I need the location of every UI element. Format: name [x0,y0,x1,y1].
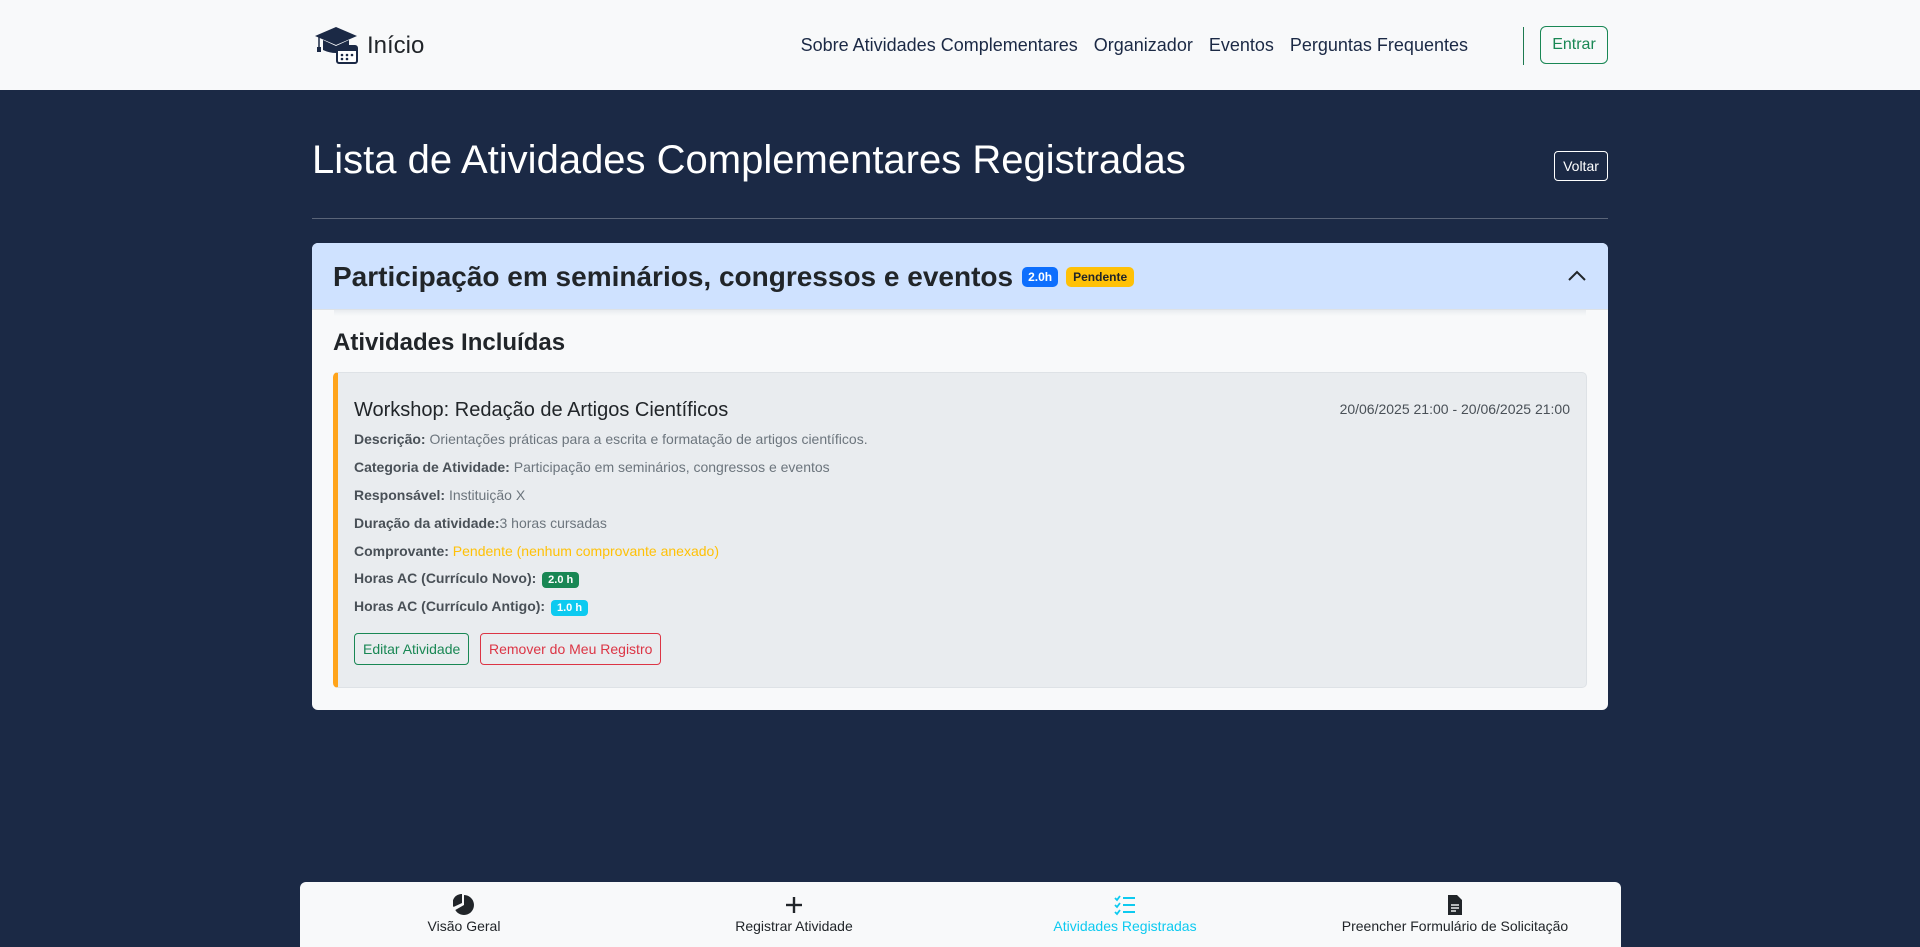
accordion-header[interactable]: Participação em seminários, congressos e… [312,243,1608,310]
chevron-up-icon[interactable] [1566,265,1588,287]
bottom-nav-overview-label: Visão Geral [427,918,501,934]
category-title: Participação em seminários, congressos e… [333,260,1014,292]
header-divider [312,218,1608,219]
bottom-nav-registered[interactable]: Atividades Registradas [975,894,1275,934]
page-title: Lista de Atividades Complementares Regis… [312,138,1186,182]
proof-value: Pendente (nenhum comprovante anexado) [452,543,719,559]
responsible-value: Instituição X [448,487,526,503]
hours-new-label: Horas AC (Currículo Novo): [354,570,537,586]
duration-label: Duração da atividade: [354,515,500,531]
activity-responsible: Responsável: Instituição X [354,487,525,503]
document-icon [1444,894,1466,916]
activity-hours-old: Horas AC (Currículo Antigo): 1.0 h [354,598,589,616]
description-value: Orientações práticas para a escrita e fo… [429,431,868,447]
activity-hours-new: Horas AC (Currículo Novo): 2.0 h [354,570,580,588]
remove-activity-button[interactable]: Remover do Meu Registro [480,633,662,665]
hours-old-badge: 1.0 h [550,600,589,616]
activity-description: Descrição: Orientações práticas para a e… [354,431,868,447]
responsible-label: Responsável: [354,487,446,503]
bottom-nav-register[interactable]: Registrar Atividade [644,894,944,934]
bottom-nav-form[interactable]: Preencher Formulário de Solicitação [1305,894,1605,934]
brand-title: Início [367,32,425,59]
activity-proof: Comprovante: Pendente (nenhum comprovant… [354,543,719,559]
nav-link-events[interactable]: Eventos [1209,35,1274,56]
bottom-nav-overview[interactable]: Visão Geral [314,893,614,934]
activity-duration: Duração da atividade:3 horas cursadas [354,515,607,531]
top-navbar: Início Sobre Atividades Complementares O… [0,0,1920,90]
accordion-body-divider [334,310,1586,316]
brand-home-link[interactable]: Início [313,24,424,68]
plus-icon [783,894,805,916]
activity-title: Workshop: Redação de Artigos Científicos [354,399,729,421]
bottom-nav-register-label: Registrar Atividade [735,918,853,934]
activity-category: Categoria de Atividade: Participação em … [354,459,830,475]
hours-old-label: Horas AC (Currículo Antigo): [354,598,546,614]
nav-link-organizer[interactable]: Organizador [1094,35,1193,56]
nav-divider [1523,27,1524,65]
nav-link-about[interactable]: Sobre Atividades Complementares [801,35,1078,56]
category-status-badge: Pendente [1066,266,1135,287]
category-value: Participação em seminários, congressos e… [513,459,830,475]
section-title: Atividades Incluídas [333,329,566,356]
pie-chart-icon [452,893,475,916]
login-button[interactable]: Entrar [1540,26,1608,64]
duration-value: 3 horas cursadas [499,515,607,531]
activity-date-range: 20/06/2025 21:00 - 20/06/2025 21:00 [1339,401,1570,417]
category-hours-badge: 2.0h [1022,266,1059,287]
back-button[interactable]: Voltar [1554,151,1608,181]
category-label: Categoria de Atividade: [354,459,510,475]
bottom-nav-registered-label: Atividades Registradas [1053,918,1197,934]
nav-link-faq[interactable]: Perguntas Frequentes [1290,35,1468,56]
proof-label: Comprovante: [354,543,449,559]
nav-links: Sobre Atividades Complementares Organiza… [801,0,1468,90]
description-label: Descrição: [354,431,426,447]
bottom-navigation: Visão Geral Registrar Atividade Atividad… [300,882,1621,947]
graduation-cap-calendar-icon [313,24,359,69]
bottom-nav-form-label: Preencher Formulário de Solicitação [1341,918,1569,934]
edit-activity-button[interactable]: Editar Atividade [354,633,470,665]
checklist-icon [1114,894,1136,916]
activity-item: Workshop: Redação de Artigos Científicos… [333,372,1587,688]
hours-new-badge: 2.0 h [542,572,580,588]
